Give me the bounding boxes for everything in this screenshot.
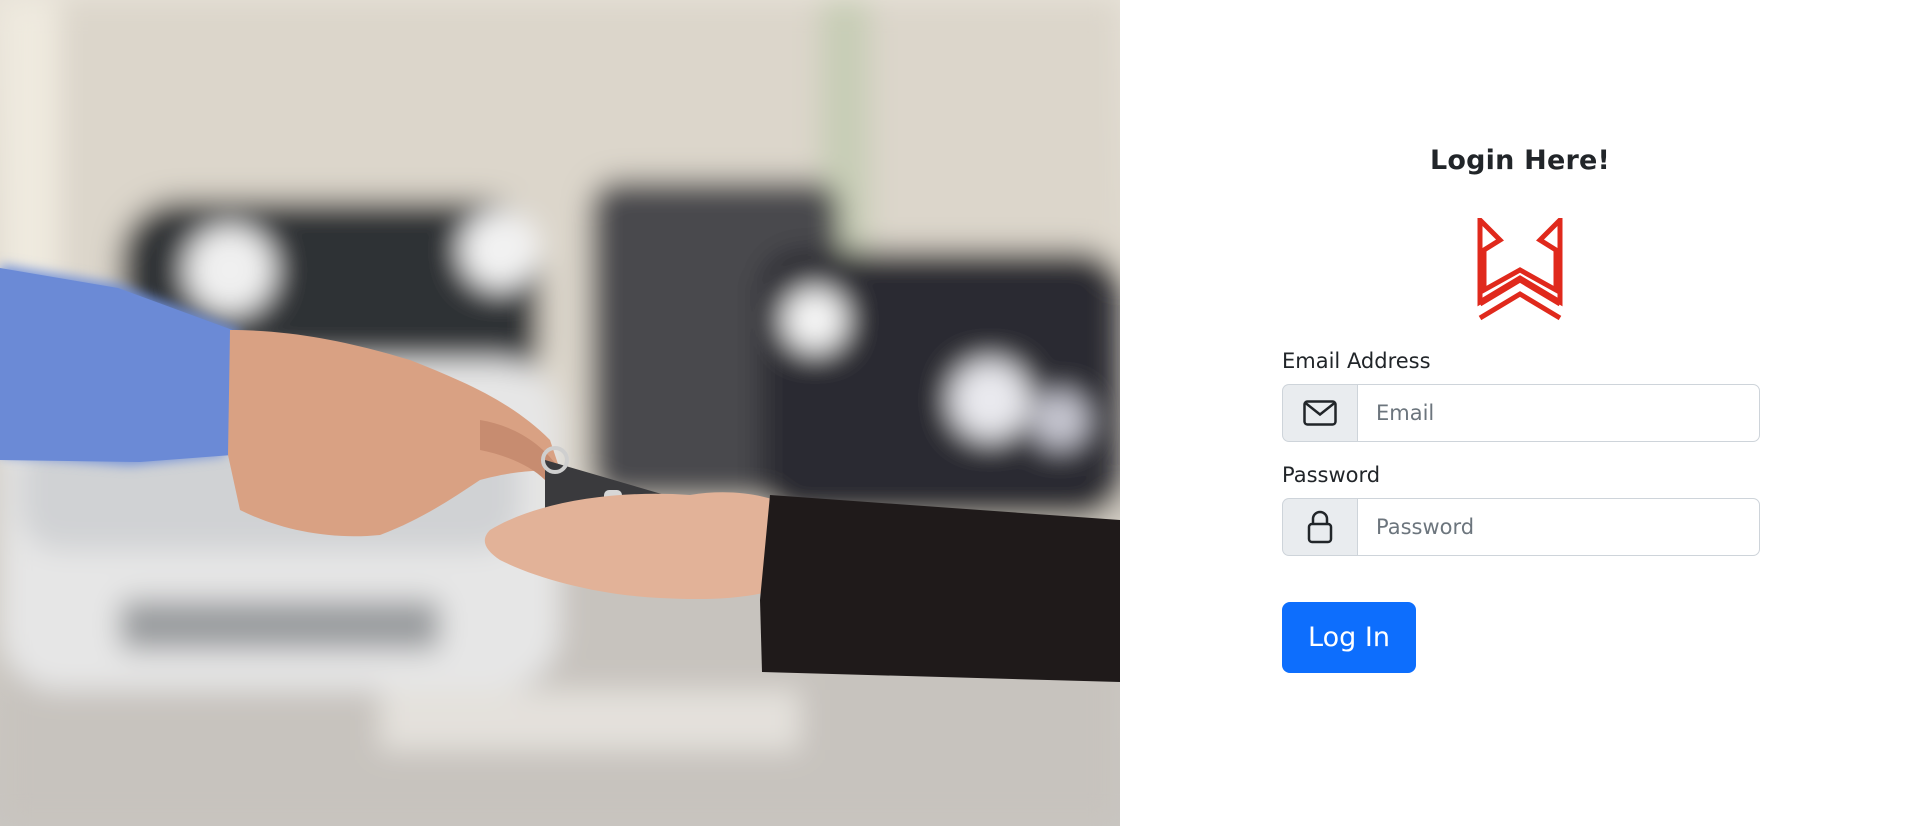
email-field[interactable]: [1357, 384, 1760, 442]
lock-icon: [1282, 498, 1357, 556]
log-in-button[interactable]: Log In: [1282, 602, 1416, 673]
login-form: Email Address Password: [1282, 346, 1760, 574]
email-label: Email Address: [1282, 349, 1431, 373]
hero-image: [0, 0, 1120, 826]
login-panel: Login Here! Email Address Password: [1120, 0, 1920, 826]
password-input-group: [1282, 498, 1760, 556]
password-field[interactable]: [1357, 498, 1760, 556]
envelope-icon: [1282, 384, 1357, 442]
page-title: Login Here!: [1429, 145, 1610, 176]
w-brand-logo: [1477, 218, 1563, 321]
email-input-group: [1282, 384, 1760, 442]
car-key-handover-illustration: [0, 0, 1120, 826]
password-label: Password: [1282, 463, 1381, 487]
